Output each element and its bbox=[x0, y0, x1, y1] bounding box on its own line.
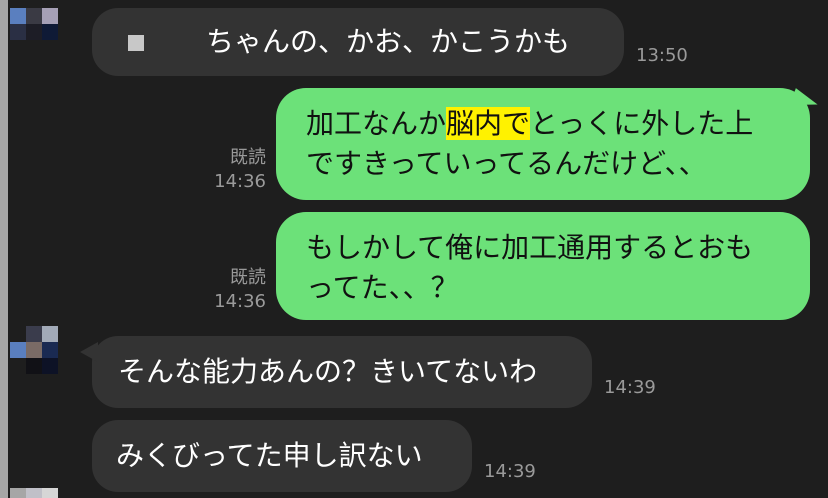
message-time: 14:36 bbox=[214, 291, 266, 312]
image-placeholder-icon bbox=[128, 35, 144, 51]
highlighted-text: 脳内で bbox=[446, 107, 531, 140]
message-text: みくびってた申し訳ない bbox=[116, 439, 423, 472]
message-time: 14:39 bbox=[604, 377, 656, 398]
outgoing-message-bubble[interactable]: 加工なんか脳内でとっくに外した上ですきっていってるんだけど、、 bbox=[276, 88, 810, 200]
incoming-message-bubble[interactable]: そんな能力あんの？きいてないわ bbox=[92, 336, 592, 408]
avatar[interactable] bbox=[10, 326, 58, 374]
message-text: ちゃんの、かお、かこうかも bbox=[206, 25, 571, 58]
incoming-message-bubble[interactable]: みくびってた申し訳ない bbox=[92, 420, 472, 492]
scrollbar[interactable] bbox=[0, 0, 8, 498]
message-time: 13:50 bbox=[636, 45, 688, 66]
bubble-tail bbox=[80, 342, 98, 362]
incoming-message-bubble[interactable]: ちゃんの、かお、かこうかも bbox=[92, 8, 624, 76]
message-time: 14:36 bbox=[214, 171, 266, 192]
avatar[interactable] bbox=[10, 488, 58, 498]
read-receipt: 既読 bbox=[230, 267, 266, 288]
message-time: 14:39 bbox=[484, 461, 536, 482]
outgoing-message-bubble[interactable]: もしかして俺に加工通用するとおもってた、、？ bbox=[276, 212, 810, 320]
avatar[interactable] bbox=[10, 8, 58, 56]
read-receipt: 既読 bbox=[230, 147, 266, 168]
message-text: 加工なんか bbox=[306, 107, 447, 140]
message-text: もしかして俺に加工通用するとおもってた、、？ bbox=[306, 231, 754, 304]
message-text: そんな能力あんの？きいてないわ bbox=[118, 355, 538, 388]
